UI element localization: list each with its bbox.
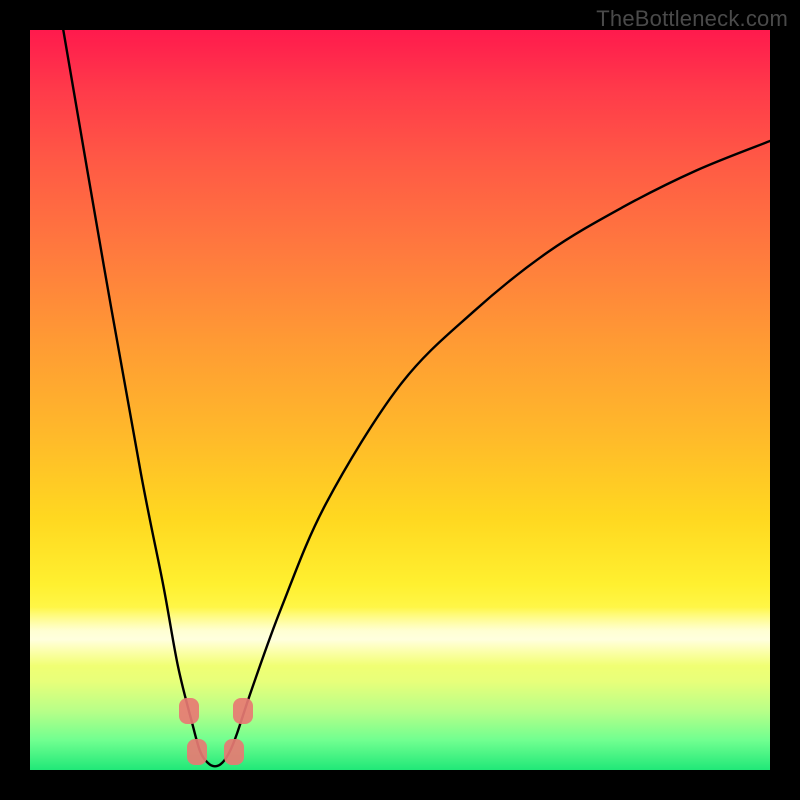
- bottleneck-curve: [63, 30, 770, 766]
- curve-layer: [30, 30, 770, 770]
- plot-area: [30, 30, 770, 770]
- watermark-text: TheBottleneck.com: [596, 6, 788, 32]
- curve-marker-1: [179, 698, 199, 724]
- pale-highlight-band: [30, 607, 770, 666]
- curve-marker-2: [233, 698, 253, 724]
- curve-marker-3: [187, 739, 207, 765]
- curve-marker-4: [224, 739, 244, 765]
- chart-frame: TheBottleneck.com: [0, 0, 800, 800]
